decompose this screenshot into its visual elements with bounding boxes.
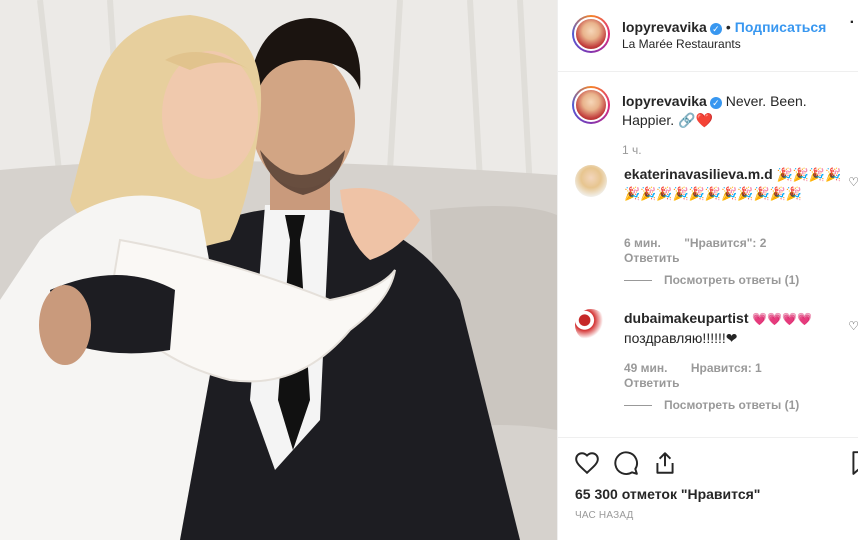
comment-likes[interactable]: Нравится: 1 xyxy=(691,361,762,375)
likes-count[interactable]: 65 300 отметок "Нравится" xyxy=(575,486,760,502)
comment-body: dubaimakeupartist 💗💗💗💗 поздравляю!!!!!!❤ xyxy=(624,309,852,348)
post-location[interactable]: La Marée Restaurants xyxy=(622,37,741,51)
view-replies-button[interactable]: Посмотреть ответы (1) xyxy=(624,398,799,412)
commenter-avatar[interactable] xyxy=(575,165,607,197)
author-line: lopyrevavika ✓ • Подписаться xyxy=(622,19,826,37)
share-icon[interactable] xyxy=(652,450,678,476)
heart-icon[interactable] xyxy=(574,450,600,476)
comment-icon[interactable] xyxy=(613,450,639,476)
view-replies-label: Посмотреть ответы (1) xyxy=(664,273,800,287)
comment-likes[interactable]: "Нравится": 2 xyxy=(684,236,766,250)
reply-button[interactable]: Ответить xyxy=(624,376,679,390)
commenter-username[interactable]: dubaimakeupartist xyxy=(624,310,748,326)
post-panel: lopyrevavika ✓ • Подписаться La Marée Resta… xyxy=(557,0,858,540)
view-replies-button[interactable]: Посмотреть ответы (1) xyxy=(624,273,799,287)
verified-badge-icon: ✓ xyxy=(709,23,722,35)
post-timestamp: ЧАС НАЗАД xyxy=(575,510,634,521)
caption-time[interactable]: 1 ч. xyxy=(622,143,642,157)
comment-meta: 6 мин. "Нравится": 2 xyxy=(624,236,786,250)
view-replies-label: Посмотреть ответы (1) xyxy=(664,398,800,412)
more-icon[interactable]: · xyxy=(850,14,855,32)
author-avatar[interactable] xyxy=(572,15,610,53)
comment-text: поздравляю!!!!!!❤ xyxy=(624,330,738,346)
couple-photo-illustration xyxy=(0,0,557,540)
reply-button[interactable]: Ответить xyxy=(624,251,679,265)
comment-body: ekaterinavasilieva.m.d 🎉🎉🎉🎉🎉🎉🎉🎉🎉🎉🎉🎉🎉🎉🎉 xyxy=(624,165,852,203)
caption-avatar[interactable] xyxy=(572,86,610,124)
comment-like-icon[interactable]: ♡ xyxy=(848,175,858,189)
comment-like-icon[interactable]: ♡ xyxy=(848,319,858,333)
comment-time[interactable]: 6 мин. xyxy=(624,236,661,250)
commenter-avatar[interactable] xyxy=(575,309,607,341)
verified-badge-icon: ✓ xyxy=(709,97,722,109)
divider-line xyxy=(624,405,652,407)
separator-dot: • xyxy=(725,19,731,35)
bookmark-icon[interactable] xyxy=(848,450,858,476)
divider-line xyxy=(624,280,652,282)
comment-time[interactable]: 49 мин. xyxy=(624,361,668,375)
post-header: lopyrevavika ✓ • Подписаться La Marée Resta… xyxy=(558,0,858,72)
comment-emojis: 💗💗💗💗 xyxy=(752,312,813,326)
post-actions: 65 300 отметок "Нравится" ЧАС НАЗАД xyxy=(558,437,858,540)
caption-block: lopyrevavika ✓ Never. Been. Happier. 🔗❤️ xyxy=(622,92,852,130)
post-photo[interactable] xyxy=(0,0,557,540)
author-username[interactable]: lopyrevavika xyxy=(622,19,707,35)
comment-meta: 49 мин. Нравится: 1 xyxy=(624,361,782,375)
commenter-username[interactable]: ekaterinavasilieva.m.d xyxy=(624,166,773,182)
follow-button[interactable]: Подписаться xyxy=(735,19,827,35)
caption-username[interactable]: lopyrevavika xyxy=(622,93,707,109)
